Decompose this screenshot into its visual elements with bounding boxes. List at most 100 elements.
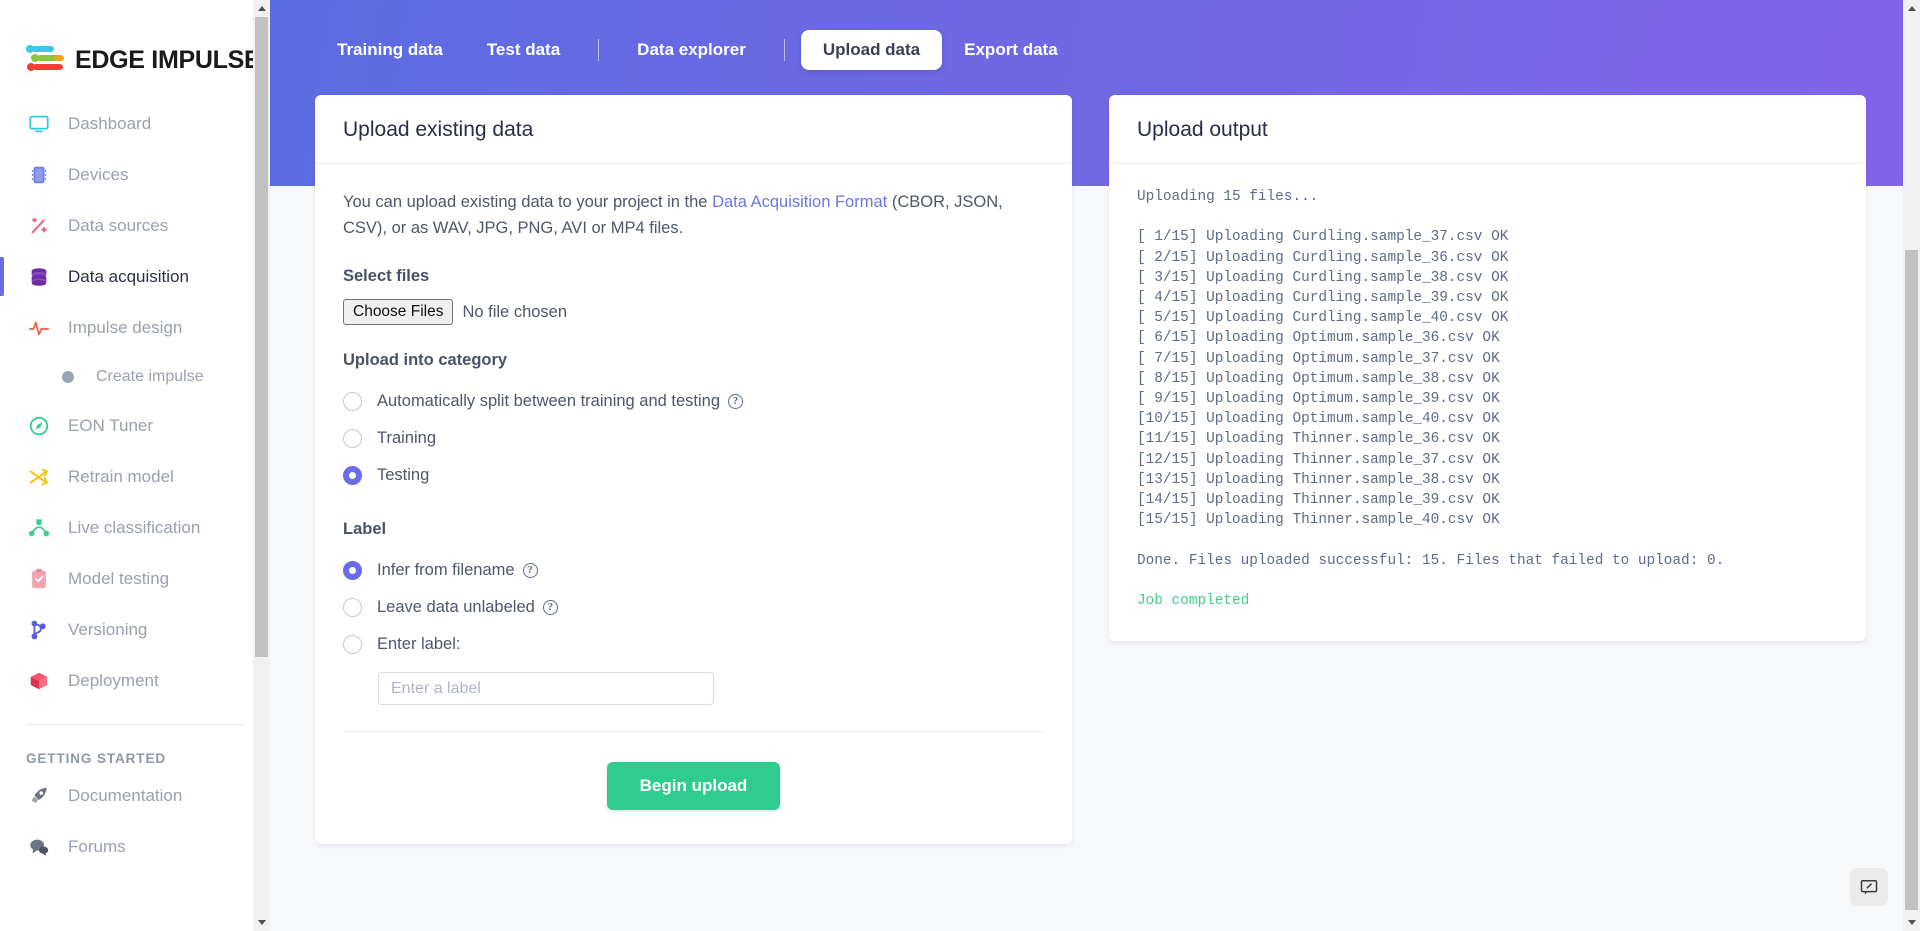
radio-label: Testing xyxy=(377,466,430,485)
sidebar-item-label: Documentation xyxy=(68,785,183,805)
log-line: [ 1/15] Uploading Curdling.sample_37.csv… xyxy=(1137,229,1509,246)
monitor-icon xyxy=(26,111,52,137)
log-line: [ 5/15] Uploading Curdling.sample_40.csv… xyxy=(1137,310,1509,327)
label-input[interactable] xyxy=(378,672,714,706)
box-icon xyxy=(26,668,52,694)
sidebar-item-dashboard[interactable]: Dashboard xyxy=(0,98,270,149)
brand-logo[interactable]: EDGE IMPULSE xyxy=(0,0,270,92)
sidebar-item-forums[interactable]: Forums xyxy=(0,821,270,872)
sidebar-scrollbar[interactable] xyxy=(253,0,270,931)
sidebar-item-create-impulse[interactable]: Create impulse xyxy=(0,353,270,400)
radio-auto-split[interactable]: Automatically split between training and… xyxy=(343,383,1044,420)
upload-existing-data-card: Upload existing data You can upload exis… xyxy=(315,95,1072,845)
file-picker-row: Choose Files No file chosen xyxy=(343,299,1044,326)
sidebar-item-documentation[interactable]: Documentation xyxy=(0,770,270,821)
sidebar-item-label: Dashboard xyxy=(68,113,152,133)
label-section-label: Label xyxy=(343,520,387,539)
radio-label: Enter label: xyxy=(377,635,461,654)
choose-files-button[interactable]: Choose Files xyxy=(343,299,454,326)
card-footer: Begin upload xyxy=(343,731,1044,844)
help-circle-icon[interactable]: ? xyxy=(542,600,558,616)
edge-impulse-logo-icon xyxy=(26,45,66,75)
tab-test-data[interactable]: Test data xyxy=(465,30,582,70)
tab-export-data[interactable]: Export data xyxy=(942,30,1080,70)
upload-output-body: Uploading 15 files... [ 1/15] Uploading … xyxy=(1109,164,1866,641)
scroll-down-arrow-icon[interactable] xyxy=(1903,914,1920,931)
tab-data-explorer[interactable]: Data explorer xyxy=(615,30,768,70)
tab-training-data[interactable]: Training data xyxy=(315,30,465,70)
sidebar-item-label: Retrain model xyxy=(68,466,174,486)
sidebar-item-devices[interactable]: Devices xyxy=(0,149,270,200)
data-acquisition-format-link[interactable]: Data Acquisition Format xyxy=(712,193,887,211)
scroll-down-arrow-icon[interactable] xyxy=(253,914,270,931)
pulse-icon xyxy=(26,315,52,341)
upload-output-card: Upload output Uploading 15 files... [ 1/… xyxy=(1109,95,1866,642)
sidebar-item-data-sources[interactable]: Data sources xyxy=(0,200,270,251)
page-title: Upload existing data xyxy=(343,118,534,141)
git-branch-icon xyxy=(26,617,52,643)
sidebar-item-retrain-model[interactable]: Retrain model xyxy=(0,451,270,502)
scrollbar-thumb[interactable] xyxy=(255,17,268,657)
scroll-up-arrow-icon[interactable] xyxy=(253,0,270,17)
log-line: [ 8/15] Uploading Optimum.sample_38.csv … xyxy=(1137,370,1500,387)
feedback-button[interactable] xyxy=(1850,868,1888,906)
sidebar-item-versioning[interactable]: Versioning xyxy=(0,604,270,655)
log-line: [ 9/15] Uploading Optimum.sample_39.csv … xyxy=(1137,391,1500,408)
sidebar-item-label: EON Tuner xyxy=(68,415,154,435)
sidebar-item-label: Impulse design xyxy=(68,317,183,337)
radio-circle-icon[interactable] xyxy=(343,635,362,655)
log-line: [13/15] Uploading Thinner.sample_38.csv … xyxy=(1137,471,1500,488)
scrollbar-thumb[interactable] xyxy=(1905,250,1918,910)
log-line: [ 6/15] Uploading Optimum.sample_36.csv … xyxy=(1137,330,1500,347)
sidebar-item-eon-tuner[interactable]: EON Tuner xyxy=(0,400,270,451)
radio-label: Infer from filename xyxy=(377,561,515,580)
tab-upload-data[interactable]: Upload data xyxy=(800,30,943,70)
sidebar-item-live-classification[interactable]: Live classification xyxy=(0,502,270,553)
sidebar-subitem-label: Create impulse xyxy=(96,367,204,385)
radio-leave-unlabeled[interactable]: Leave data unlabeled ? xyxy=(343,589,1044,626)
radio-circle-icon[interactable] xyxy=(343,598,362,618)
card-header: Upload output xyxy=(1109,95,1866,164)
log-line: [15/15] Uploading Thinner.sample_40.csv … xyxy=(1137,512,1500,529)
radio-training[interactable]: Training xyxy=(343,420,1044,457)
sidebar-item-deployment[interactable]: Deployment xyxy=(0,655,270,706)
compass-icon xyxy=(26,413,52,439)
sidebar-item-label: Data acquisition xyxy=(68,266,189,286)
begin-upload-button[interactable]: Begin upload xyxy=(606,762,781,811)
radio-circle-icon[interactable] xyxy=(343,429,362,449)
radio-infer-from-filename[interactable]: Infer from filename ? xyxy=(343,552,1044,589)
radio-circle-icon[interactable] xyxy=(343,561,362,581)
chip-icon xyxy=(26,162,52,188)
sidebar-item-label: Live classification xyxy=(68,517,201,537)
card-body: You can upload existing data to your pro… xyxy=(315,164,1072,844)
tab-separator xyxy=(598,39,600,61)
clipboard-check-icon xyxy=(26,566,52,592)
help-circle-icon[interactable]: ? xyxy=(728,394,744,410)
sidebar-item-model-testing[interactable]: Model testing xyxy=(0,553,270,604)
log-line: Uploading 15 files... xyxy=(1137,189,1319,205)
sidebar-item-label: Forums xyxy=(68,836,126,856)
radio-circle-icon[interactable] xyxy=(343,466,362,486)
upload-log: Uploading 15 files... [ 1/15] Uploading … xyxy=(1137,187,1838,611)
tab-separator xyxy=(783,39,785,61)
select-files-label: Select files xyxy=(343,267,430,286)
sidebar-nav: Dashboard Devices Data sources Data acqu… xyxy=(0,98,270,872)
page-scrollbar[interactable] xyxy=(1903,0,1920,931)
log-line: [ 7/15] Uploading Optimum.sample_37.csv … xyxy=(1137,350,1500,367)
radio-enter-label[interactable]: Enter label: xyxy=(343,626,1044,663)
sidebar-item-impulse-design[interactable]: Impulse design xyxy=(0,302,270,353)
sidebar-item-label: Model testing xyxy=(68,568,170,588)
scroll-up-arrow-icon[interactable] xyxy=(1903,0,1920,17)
bullet-dot-icon xyxy=(62,370,74,383)
log-line: [12/15] Uploading Thinner.sample_37.csv … xyxy=(1137,451,1500,468)
radio-testing[interactable]: Testing xyxy=(343,457,1044,494)
sidebar-item-data-acquisition[interactable]: Data acquisition xyxy=(0,251,270,302)
radio-circle-icon[interactable] xyxy=(343,392,362,412)
help-circle-icon[interactable]: ? xyxy=(522,563,538,579)
log-line: [ 2/15] Uploading Curdling.sample_36.csv… xyxy=(1137,249,1509,266)
card-header: Upload existing data xyxy=(315,95,1072,164)
upload-output-title: Upload output xyxy=(1137,118,1268,141)
no-file-chosen-text: No file chosen xyxy=(462,302,568,321)
log-line: [ 3/15] Uploading Curdling.sample_38.csv… xyxy=(1137,269,1509,286)
